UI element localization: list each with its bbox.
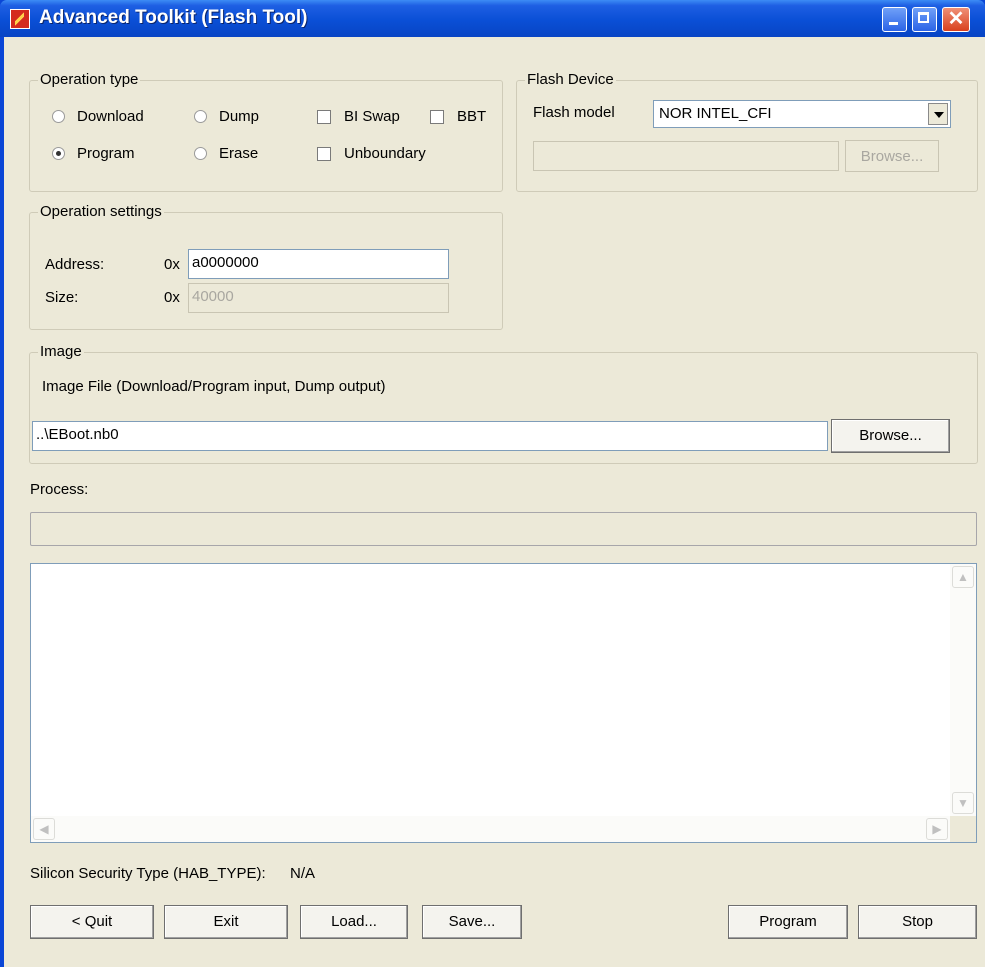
app-icon (10, 9, 30, 29)
quit-button[interactable]: < Quit (30, 905, 154, 939)
checkbox-unboundary[interactable]: Unboundary (317, 145, 432, 162)
operation-settings-group: Operation settings Address: 0x a0000000 … (29, 203, 503, 330)
radio-program[interactable]: Program (52, 145, 135, 162)
radio-indicator (52, 110, 65, 123)
scroll-down-icon[interactable]: ▼ (952, 792, 974, 814)
security-value: N/A (290, 865, 316, 882)
image-title: Image (38, 343, 84, 360)
flash-device-path-input (533, 141, 839, 171)
checkbox-bi-swap-label: BI Swap (344, 108, 400, 125)
save-button[interactable]: Save... (422, 905, 522, 939)
app-window: Advanced Toolkit (Flash Tool) ✕ Operatio… (0, 0, 985, 967)
minimize-button[interactable] (882, 7, 907, 32)
client-area: Operation type Download Dump Program Era… (4, 37, 985, 967)
radio-download[interactable]: Download (52, 108, 144, 125)
operation-type-title: Operation type (38, 71, 141, 88)
scroll-left-icon[interactable]: ◀ (33, 818, 55, 840)
chevron-down-icon[interactable] (928, 103, 948, 125)
maximize-button[interactable] (912, 7, 937, 32)
address-input[interactable]: a0000000 (188, 249, 449, 279)
title-bar[interactable]: Advanced Toolkit (Flash Tool) ✕ (0, 0, 985, 37)
address-prefix: 0x (164, 256, 180, 273)
address-label: Address: (45, 256, 105, 273)
process-progress-bar (30, 512, 977, 546)
operation-settings-title: Operation settings (38, 203, 164, 220)
process-label: Process: (30, 481, 89, 498)
flash-browse-button: Browse... (845, 140, 939, 172)
scroll-up-icon[interactable]: ▲ (952, 566, 974, 588)
checkbox-box (317, 146, 331, 161)
image-group: Image Image File (Download/Program input… (29, 343, 978, 464)
checkbox-box (430, 109, 444, 124)
close-button[interactable]: ✕ (942, 7, 970, 32)
stop-button[interactable]: Stop (858, 905, 977, 939)
radio-indicator (194, 147, 207, 160)
security-label: Silicon Security Type (HAB_TYPE): (30, 865, 266, 882)
load-button[interactable]: Load... (300, 905, 408, 939)
size-input: 40000 (188, 283, 449, 313)
exit-button[interactable]: Exit (164, 905, 288, 939)
radio-download-label: Download (77, 108, 144, 125)
checkbox-bbt[interactable]: BBT (430, 108, 486, 125)
flash-model-value: NOR INTEL_CFI (659, 105, 772, 122)
checkbox-bbt-label: BBT (457, 108, 487, 125)
window-title: Advanced Toolkit (Flash Tool) (39, 7, 308, 28)
log-output[interactable]: ▲ ▼ ◀ ▶ (30, 563, 977, 843)
operation-type-group: Operation type Download Dump Program Era… (29, 71, 503, 192)
size-label: Size: (45, 289, 79, 306)
flash-device-group: Flash Device Flash model NOR INTEL_CFI B… (516, 71, 978, 192)
scroll-right-icon[interactable]: ▶ (926, 818, 948, 840)
radio-indicator-selected (52, 147, 65, 160)
flash-model-label: Flash model (533, 104, 615, 121)
size-prefix: 0x (164, 289, 180, 306)
radio-indicator (194, 110, 207, 123)
radio-erase[interactable]: Erase (194, 145, 258, 162)
image-file-input[interactable]: ..\EBoot.nb0 (32, 421, 828, 451)
vertical-scrollbar[interactable]: ▲ ▼ (950, 564, 976, 816)
close-icon: ✕ (947, 8, 965, 30)
radio-dump-label: Dump (219, 108, 260, 125)
scrollbar-corner (950, 816, 976, 842)
program-button[interactable]: Program (728, 905, 848, 939)
checkbox-bi-swap[interactable]: BI Swap (317, 108, 405, 125)
flash-model-select[interactable]: NOR INTEL_CFI (653, 100, 951, 128)
radio-erase-label: Erase (219, 145, 259, 162)
flash-device-title: Flash Device (525, 71, 616, 88)
image-description: Image File (Download/Program input, Dump… (42, 378, 386, 395)
radio-dump[interactable]: Dump (194, 108, 259, 125)
checkbox-unboundary-label: Unboundary (344, 145, 426, 162)
checkbox-box (317, 109, 331, 124)
image-browse-button[interactable]: Browse... (831, 419, 950, 453)
horizontal-scrollbar[interactable]: ◀ ▶ (31, 816, 950, 842)
radio-program-label: Program (77, 145, 135, 162)
